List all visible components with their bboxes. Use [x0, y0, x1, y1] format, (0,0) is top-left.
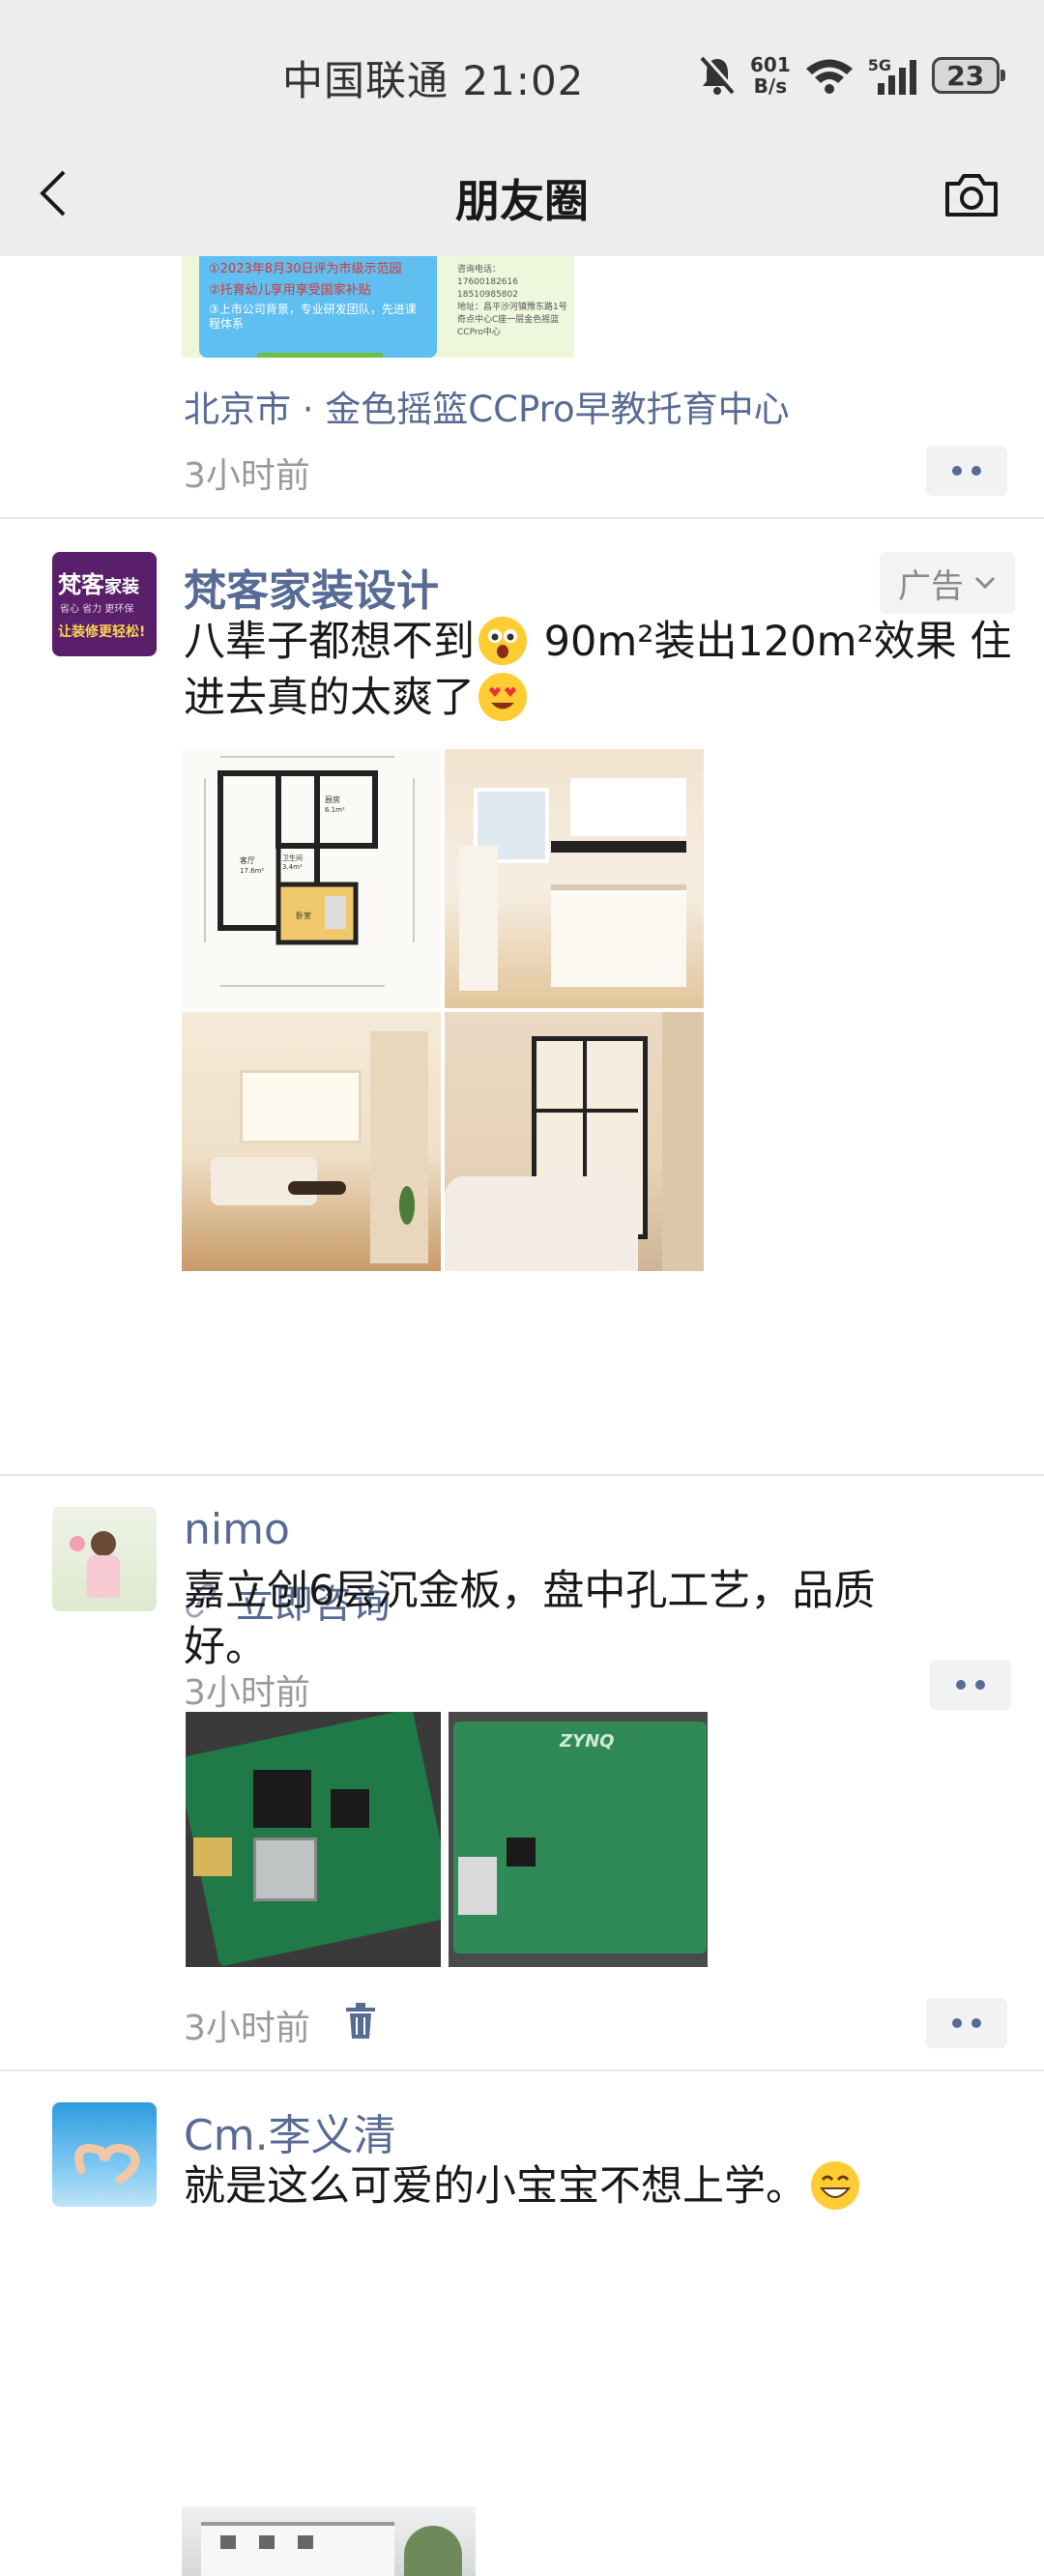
more-button[interactable]: [926, 446, 1007, 496]
more-icon: [952, 466, 962, 476]
image-text: 18510985802: [457, 290, 518, 300]
avatar-text: 省心 省力 更环保: [60, 604, 134, 615]
moment-post: Cm.李义清 就是这么可爱的小宝宝不想上学。: [0, 2071, 1044, 2576]
post-text-part: 八辈子都想不到: [184, 618, 475, 666]
net-speed: 601 B/s: [750, 54, 791, 97]
avatar[interactable]: 梵客家装 省心 省力 更环保 让装修更轻松!: [52, 552, 157, 656]
mute-bell-icon: [700, 55, 737, 95]
post-text-part: 进去真的太爽了: [184, 674, 475, 722]
avatar[interactable]: [52, 1507, 157, 1611]
grinning-emoji-icon: [811, 2161, 859, 2210]
floorplan-label: 卧室: [296, 911, 311, 920]
board-label: ZYNQ: [560, 1731, 615, 1751]
network-type: 5G: [867, 56, 892, 74]
status-bar: 中国联通 21:02 601 B/s 5G 23: [0, 39, 1044, 116]
more-icon: [952, 2018, 962, 2028]
floorplan-label: 17.6m²: [240, 867, 264, 875]
post-image-floorplan[interactable]: 厨房 6.1m² 卫生间 3.4m² 客厅 17.6m² 卧室: [182, 749, 441, 1008]
image-text: ①2023年8月30日评为市级示范园: [209, 262, 402, 276]
post-text: 嘉立创6层沉金板，盘中孔工艺，品质好。: [184, 1567, 876, 1671]
page-title: 朋友圈: [455, 175, 589, 227]
moment-post: nimo 嘉立创6层沉金板，盘中孔工艺，品质好。 ZYNQ 3小时前: [0, 1476, 1044, 2069]
post-image-bedroom[interactable]: [445, 1012, 704, 1271]
post-text: 八辈子都想不到 90m²装出120m²效果 住 进去真的太爽了: [184, 614, 1015, 726]
top-bar: 中国联通 21:02 601 B/s 5G 23 朋友圈: [0, 0, 1044, 256]
moment-post: ①2023年8月30日评为市级示范园 ②托育幼儿享用享受国家补贴 ③上市公司背景…: [0, 256, 1044, 517]
chevron-down-icon: [974, 576, 996, 590]
avatar-text: 让装修更轻松!: [58, 624, 146, 640]
post-text: 就是这么可爱的小宝宝不想上学。: [184, 2158, 1015, 2214]
post-time: 3小时前: [184, 456, 310, 496]
status-icons: 601 B/s 5G 23: [698, 46, 1005, 104]
battery-icon: 23: [931, 57, 1005, 94]
post-text-part: 90m²装出120m²效果 住: [531, 618, 1012, 666]
heart-hands-image: [74, 2144, 140, 2185]
delete-icon[interactable]: [344, 2002, 377, 2041]
floorplan-label: 6.1m²: [325, 806, 345, 814]
post-image-pcb-bottom[interactable]: ZYNQ: [449, 1712, 708, 1967]
user-name[interactable]: 梵客家装设计: [184, 556, 439, 618]
ad-tag[interactable]: 广告: [880, 552, 1015, 614]
ad-label: 广告: [898, 566, 964, 606]
wifi-icon: [805, 59, 853, 94]
post-location[interactable]: 北京市 · 金色摇篮CCPro早教托育中心: [184, 380, 790, 432]
avatar-text: 家装: [104, 577, 139, 597]
avatar-text: 梵客: [58, 571, 104, 598]
post-image-school[interactable]: [182, 2506, 476, 2576]
camera-icon[interactable]: [943, 170, 1000, 220]
more-button[interactable]: [926, 1998, 1007, 2048]
floorplan-label: 卫生间: [282, 854, 303, 862]
heart-eyes-emoji-icon: [478, 673, 527, 721]
nav-bar: 朋友圈: [0, 145, 1044, 242]
net-speed-unit: B/s: [753, 74, 788, 98]
post-image-kitchen[interactable]: [445, 749, 704, 1008]
post-image-living-room[interactable]: [182, 1012, 441, 1271]
post-text-part: 就是这么可爱的小宝宝不想上学。: [184, 2162, 807, 2211]
floorplan-drawing: 厨房 6.1m² 卫生间 3.4m² 客厅 17.6m² 卧室: [204, 756, 415, 987]
astonished-emoji-icon: [478, 617, 527, 665]
floorplan-label: 客厅: [240, 855, 255, 865]
image-text: ③上市公司背景，专业研发团队，先进课程体系: [209, 303, 417, 331]
user-name[interactable]: Cm.李义清: [184, 2100, 396, 2162]
image-text: ②托育幼儿享用享受国家补贴: [209, 283, 371, 298]
image-text: 17600182616: [457, 277, 518, 287]
post-time: 3小时前: [184, 2009, 310, 2048]
floorplan-label: 厨房: [325, 795, 340, 804]
floorplan-label: 3.4m²: [282, 863, 303, 871]
signal-icon: 5G: [868, 56, 918, 95]
image-text: 咨询电话：: [457, 265, 502, 275]
carrier-time: 中国联通 21:02: [282, 57, 585, 104]
net-speed-value: 601: [750, 53, 791, 76]
post-image-pcb-top[interactable]: [186, 1712, 441, 1967]
avatar[interactable]: [52, 2102, 157, 2207]
post-image[interactable]: ①2023年8月30日评为市级示范园 ②托育幼儿享用享受国家补贴 ③上市公司背景…: [182, 256, 574, 358]
user-name[interactable]: nimo: [184, 1505, 290, 1554]
image-text: 地址：昌平沙河镇豫东路1号奇点中心C座一层金色摇篮CCPro中心: [457, 303, 567, 337]
